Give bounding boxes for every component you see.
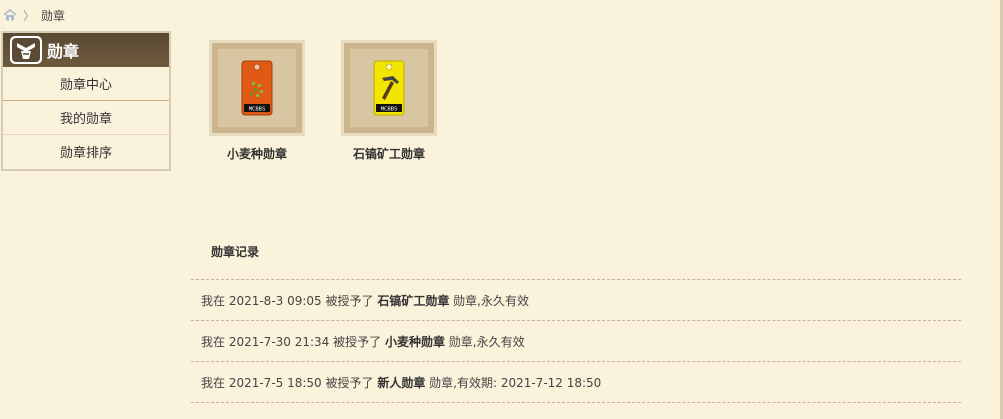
medal-frame[interactable]: MCBBS: [341, 40, 437, 136]
record-row: 我在 2021-8-3 09:05 被授予了 石镐矿工勋章 勋章,永久有效: [191, 280, 961, 321]
medal-badge-icon: [9, 35, 43, 65]
record-prefix: 我在 2021-7-30 21:34 被授予了: [201, 334, 385, 349]
breadcrumb-current[interactable]: 勋章: [41, 7, 65, 24]
wheat-seed-medal-icon: MCBBS: [241, 60, 273, 116]
medal-mark: MCBBS: [249, 107, 266, 113]
sidebar-item-label: 勋章排序: [59, 146, 112, 161]
record-suffix: 勋章,永久有效: [449, 293, 529, 308]
record-prefix: 我在 2021-8-3 09:05 被授予了: [201, 293, 378, 308]
sidebar-item-label: 我的勋章: [59, 112, 112, 127]
breadcrumb-separator: 〉: [23, 8, 36, 23]
medal-frame[interactable]: MCBBS: [209, 40, 305, 136]
sidebar-item-medal-sort[interactable]: 勋章排序: [3, 135, 169, 168]
medal-mark: MCBBS: [381, 107, 398, 113]
record-suffix: 勋章,永久有效: [444, 334, 525, 349]
record-medal-name: 小麦种勋章: [384, 334, 445, 349]
breadcrumb: 〉 勋章: [3, 6, 65, 24]
medal-name: 小麦种勋章: [226, 147, 287, 161]
home-icon[interactable]: [3, 9, 17, 21]
sidebar-header: 勋章: [3, 33, 169, 67]
record-medal-name: 新人勋章: [377, 375, 426, 390]
sidebar-item-medal-center[interactable]: 勋章中心: [3, 67, 169, 101]
sidebar-title: 勋章: [47, 42, 80, 61]
record-medal-name: 石镐矿工勋章: [377, 293, 450, 308]
record-title: 勋章记录: [211, 245, 260, 259]
record-suffix: 勋章,有效期: 2021-7-12 18:50: [425, 375, 602, 390]
record-row: 我在 2021-7-5 18:50 被授予了 新人勋章 勋章,有效期: 2021…: [191, 362, 961, 403]
medal-card[interactable]: MCBBS 小麦种勋章: [207, 40, 307, 162]
medal-name: 石镐矿工勋章: [352, 147, 425, 161]
sidebar-item-label: 勋章中心: [59, 78, 112, 93]
sidebar-item-my-medals[interactable]: 我的勋章: [3, 101, 169, 135]
sidebar: 勋章 勋章中心 我的勋章 勋章排序: [1, 31, 171, 171]
stone-pickaxe-medal-icon: MCBBS: [373, 60, 405, 116]
record-list: 我在 2021-8-3 09:05 被授予了 石镐矿工勋章 勋章,永久有效 我在…: [191, 279, 961, 403]
record-row: 我在 2021-7-30 21:34 被授予了 小麦种勋章 勋章,永久有效: [191, 321, 961, 362]
medal-card[interactable]: MCBBS 石镐矿工勋章: [339, 40, 439, 162]
record-prefix: 我在 2021-7-5 18:50 被授予了: [201, 375, 378, 390]
